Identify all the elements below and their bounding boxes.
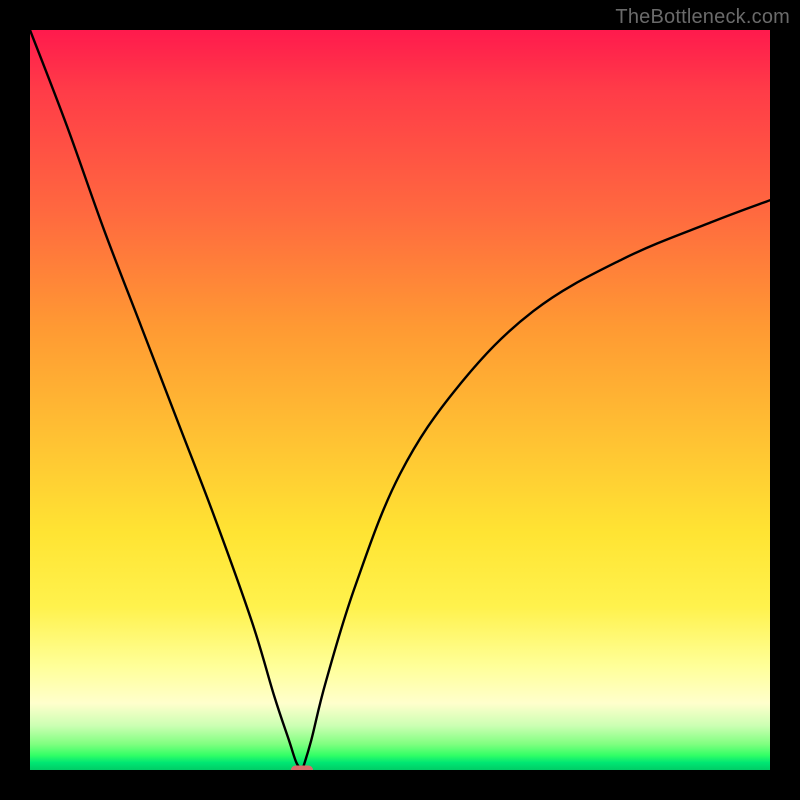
curve-left-branch xyxy=(30,30,302,770)
curve-right-branch xyxy=(302,200,770,770)
minimum-marker xyxy=(291,766,313,771)
watermark-text: TheBottleneck.com xyxy=(615,6,790,29)
chart-frame: TheBottleneck.com xyxy=(0,0,800,800)
curve-svg xyxy=(30,30,770,770)
plot-area xyxy=(30,30,770,770)
